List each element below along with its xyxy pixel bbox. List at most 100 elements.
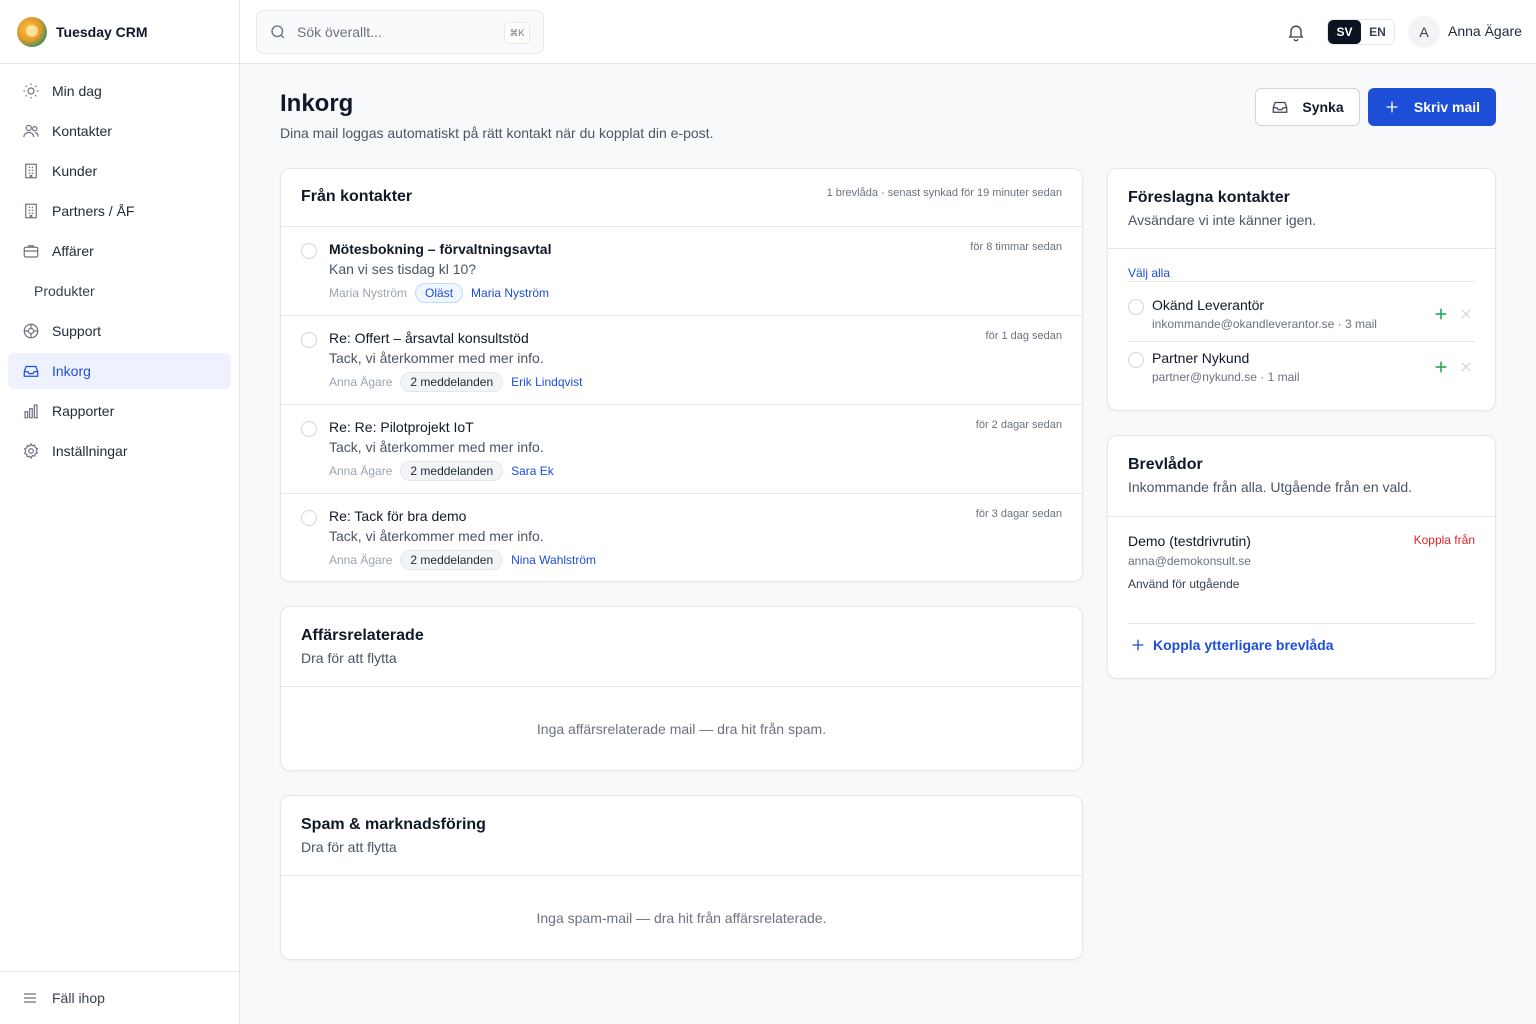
sidebar-item-inkorg[interactable]: Inkorg [8,353,231,389]
collapse-label: Fäll ihop [52,990,105,1006]
spam-dropzone-card[interactable]: Spam & marknadsföring Dra för att flytta… [280,795,1083,960]
unread-badge: Oläst [415,283,464,303]
sidebar-item-label: Kunder [52,163,98,179]
mail-preview: Tack, vi återkommer med mer info. [329,439,544,455]
sidebar-item-label: Produkter [34,283,95,299]
mail-meta: Anna Ägare 2 meddelanden Sara Ek [329,461,554,481]
empty-state: Inga spam-mail — dra hit från affärsrela… [536,910,827,926]
mail-select-radio[interactable] [301,421,317,437]
sidebar-item-support[interactable]: Support [8,313,231,349]
inbox-icon [1273,101,1288,113]
select-all-link[interactable]: Välj alla [1128,266,1170,280]
lang-en-button[interactable]: EN [1361,20,1394,44]
card-subtitle: Dra för att flytta [301,650,397,666]
sun-icon [22,82,40,100]
sidebar-item-label: Inställningar [52,443,128,459]
user-name[interactable]: Anna Ägare [1448,23,1522,39]
sidebar-item-label: Support [52,323,102,339]
sidebar: Tuesday CRM Min dag Kontakter Kunder Par… [0,0,240,1024]
dismiss-icon[interactable] [1459,360,1473,374]
collapse-sidebar-button[interactable]: Fäll ihop [0,971,239,1024]
disconnect-button[interactable]: Koppla från [1414,533,1475,547]
write-mail-button-label: Skriv mail [1413,99,1481,115]
contact-link[interactable]: Erik Lindqvist [511,375,582,389]
mail-row[interactable]: Re: Offert – årsavtal konsultstöd Tack, … [281,316,1082,405]
users-icon [22,122,40,140]
app-logo [17,16,47,47]
card-title: Spam & marknadsföring [301,816,486,833]
sidebar-item-min-dag[interactable]: Min dag [8,73,231,109]
suggested-contact-name: Okänd Leverantör [1152,297,1265,313]
sidebar-item-label: Inkorg [52,363,91,379]
outgoing-label: Använd för utgående [1128,577,1240,591]
mail-meta: Anna Ägare 2 meddelanden Nina Wahlström [329,550,596,570]
mail-select-radio[interactable] [301,510,317,526]
mail-preview: Tack, vi återkommer med mer info. [329,528,544,544]
dismiss-icon[interactable] [1459,307,1473,321]
sidebar-item-label: Rapporter [52,403,115,419]
search-input[interactable] [297,24,497,40]
mailboxes-header: Brevlådor Inkommande från alla. Utgående… [1108,436,1495,517]
sidebar-item-kunder[interactable]: Kunder [8,153,231,189]
sidebar-item-affarer[interactable]: Affärer [8,233,231,269]
building-icon [22,202,40,220]
mail-select-radio[interactable] [301,332,317,348]
divider [1128,623,1475,624]
mail-subject: Mötesbokning – förvaltningsavtal [329,241,552,257]
contact-select-radio[interactable] [1128,299,1144,315]
connect-mailbox-button[interactable]: Koppla ytterligare brevlåda [1130,637,1334,653]
suggested-contact-detail: partner@nykund.se · 1 mail [1152,370,1300,384]
suggested-contact-detail: inkommande@okandleverantor.se · 3 mail [1152,317,1377,331]
message-count-badge: 2 meddelanden [400,461,504,481]
contact-select-radio[interactable] [1128,352,1144,368]
connect-mailbox-label: Koppla ytterligare brevlåda [1153,637,1334,653]
contact-link[interactable]: Nina Wahlström [511,553,596,567]
avatar[interactable]: A [1408,16,1440,48]
page-subtitle: Dina mail loggas automatiskt på rätt kon… [280,125,714,141]
briefcase-icon [22,242,40,260]
brand[interactable]: Tuesday CRM [0,0,239,64]
global-search[interactable]: ⌘K [256,10,544,54]
contact-link[interactable]: Maria Nyström [471,286,549,300]
lang-sv-button[interactable]: SV [1328,20,1361,44]
sidebar-item-kontakter[interactable]: Kontakter [8,113,231,149]
topbar: ⌘K SV EN A Anna Ägare [240,0,1536,64]
business-dropzone-card[interactable]: Affärsrelaterade Dra för att flytta Inga… [280,606,1083,771]
mail-row[interactable]: Mötesbokning – förvaltningsavtal Kan vi … [281,227,1082,316]
mail-row[interactable]: Re: Tack för bra demo Tack, vi återkomme… [281,494,1082,581]
sidebar-item-partners[interactable]: Partners / ÅF [8,193,231,229]
building-icon [22,162,40,180]
bell-icon[interactable] [1286,22,1306,42]
mail-meta: Anna Ägare 2 meddelanden Erik Lindqvist [329,372,583,392]
divider [1128,341,1475,342]
mail-subject: Re: Re: Pilotprojekt IoT [329,419,474,435]
mailbox-name: Demo (testdrivrutin) [1128,533,1251,549]
write-mail-button[interactable]: Skriv mail [1368,88,1496,126]
sidebar-item-label: Min dag [52,83,102,99]
sidebar-item-produkter[interactable]: Produkter [8,273,231,309]
card-subtitle: Dra för att flytta [301,839,397,855]
add-contact-icon[interactable] [1433,306,1449,322]
suggested-contacts-card: Föreslagna kontakter Avsändare vi inte k… [1107,168,1496,411]
empty-state: Inga affärsrelaterade mail — dra hit frå… [536,721,827,737]
page-title: Inkorg [280,90,354,117]
mail-row[interactable]: Re: Re: Pilotprojekt IoT Tack, vi återko… [281,405,1082,494]
sync-button[interactable]: Synka [1255,88,1360,126]
sidebar-item-rapporter[interactable]: Rapporter [8,393,231,429]
sidebar-item-label: Kontakter [52,123,112,139]
mail-preview: Tack, vi återkommer med mer info. [329,350,544,366]
card-title: Brevlådor [1128,456,1203,473]
mail-select-radio[interactable] [301,243,317,259]
lifebuoy-icon [22,322,40,340]
plus-icon [1386,101,1398,113]
sync-button-label: Synka [1302,99,1344,115]
add-contact-icon[interactable] [1433,359,1449,375]
contact-link[interactable]: Sara Ek [511,464,554,478]
mail-time: för 2 dagar sedan [975,419,1062,431]
gear-icon [22,442,40,460]
mail-sender: Anna Ägare [329,375,393,389]
inbox-icon [22,362,40,380]
mail-preview: Kan vi ses tisdag kl 10? [329,261,477,277]
sidebar-item-installningar[interactable]: Inställningar [8,433,231,469]
from-contacts-card: Från kontakter 1 brevlåda · senast synka… [280,168,1083,582]
